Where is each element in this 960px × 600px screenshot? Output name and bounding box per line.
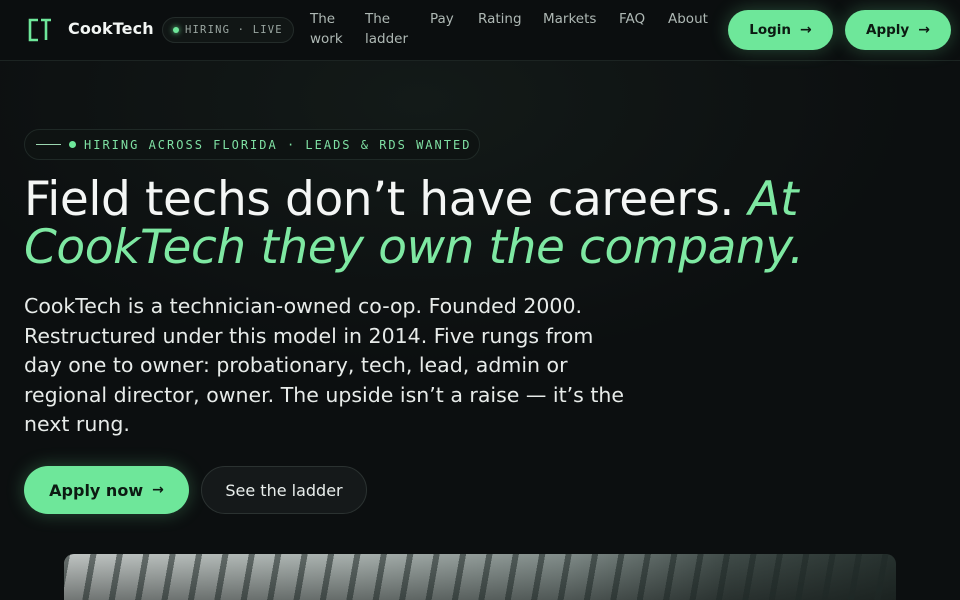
photo-overlay [64,554,896,600]
hiring-status-badge: HIRING · LIVE [162,17,294,43]
status-text: HIRING · LIVE [185,24,283,36]
nav-link-faq[interactable]: FAQ [619,9,645,29]
apply-now-button[interactable]: Apply now → [24,466,189,514]
nav-link-about[interactable]: About [668,9,708,29]
see-the-ladder-button[interactable]: See the ladder [201,466,367,514]
apply-button[interactable]: Apply → [845,10,951,50]
brand-name[interactable]: CookTech [68,19,154,38]
nav-link-rating[interactable]: Rating [478,9,522,29]
kicker-dot-icon [69,141,76,148]
hero-photo [64,554,896,600]
nav-link-the-ladder[interactable]: The ladder [365,9,408,49]
live-dot-icon [173,27,179,33]
hiring-kicker-badge: HIRING ACROSS FLORIDA · LEADS & RDS WANT… [24,129,480,160]
ct-monogram-icon[interactable] [27,17,53,43]
arrow-right-icon: → [800,22,812,38]
nav-link-the-work[interactable]: The work [310,9,343,49]
headline-plain: Field techs don’t have careers. [24,172,749,227]
nav-link-markets[interactable]: Markets [543,9,596,29]
hero-headline: Field techs don’t have careers. At CookT… [24,176,904,272]
kicker-text: HIRING ACROSS FLORIDA · LEADS & RDS WANT… [84,137,472,152]
arrow-right-icon: → [918,22,930,38]
hero-lede: CookTech is a technician-owned co-op. Fo… [24,294,624,436]
kicker-line-icon [36,144,61,145]
arrow-right-icon: → [152,482,164,498]
login-button[interactable]: Login → [728,10,833,50]
top-navigation: CookTech HIRING · LIVE The work The ladd… [0,0,960,61]
nav-link-pay[interactable]: Pay [430,9,454,29]
